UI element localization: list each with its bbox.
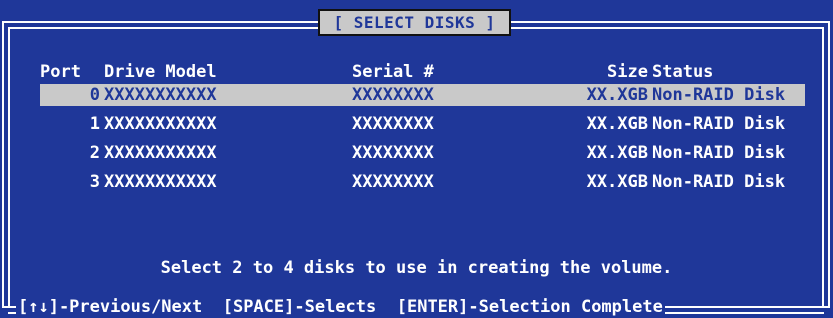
dialog-title: [ SELECT DISKS ] bbox=[318, 9, 511, 36]
disk-status: Non-RAID Disk bbox=[652, 85, 786, 105]
disk-model: XXXXXXXXXXX bbox=[104, 85, 217, 105]
disk-status: Non-RAID Disk bbox=[652, 143, 786, 163]
column-header-serial: Serial # bbox=[352, 62, 434, 82]
disk-serial: XXXXXXXX bbox=[352, 85, 434, 105]
disk-serial: XXXXXXXX bbox=[352, 114, 434, 134]
disk-model: XXXXXXXXXXX bbox=[104, 143, 217, 163]
disk-size: XX.XGB bbox=[586, 114, 648, 134]
disk-port: 3 bbox=[89, 172, 100, 192]
select-disks-screen: [ SELECT DISKS ] Port Drive Model Serial… bbox=[0, 0, 833, 318]
disk-port: 2 bbox=[89, 143, 100, 163]
column-header-size: Size bbox=[607, 62, 648, 82]
hint-previous-next: [↑↓]-Previous/Next bbox=[18, 297, 203, 317]
key-help-bar: [↑↓]-Previous/Next [SPACE]-Selects [ENTE… bbox=[16, 296, 665, 318]
disk-row-2[interactable]: 2 XXXXXXXXXXX XXXXXXXX XX.XGB Non-RAID D… bbox=[0, 142, 833, 164]
disk-model: XXXXXXXXXXX bbox=[104, 114, 217, 134]
disk-row-1[interactable]: 1 XXXXXXXXXXX XXXXXXXX XX.XGB Non-RAID D… bbox=[0, 113, 833, 135]
table-header: Port Drive Model Serial # Size Status bbox=[0, 61, 833, 83]
hint-space-selects: [SPACE]-Selects bbox=[222, 297, 377, 317]
instruction-message: Select 2 to 4 disks to use in creating t… bbox=[160, 258, 673, 278]
disk-port: 1 bbox=[89, 114, 100, 134]
disk-serial: XXXXXXXX bbox=[352, 143, 434, 163]
disk-status: Non-RAID Disk bbox=[652, 172, 786, 192]
disk-port: 0 bbox=[89, 85, 100, 105]
disk-size: XX.XGB bbox=[586, 85, 648, 105]
hint-enter-complete: [ENTER]-Selection Complete bbox=[396, 297, 663, 317]
disk-status: Non-RAID Disk bbox=[652, 114, 786, 134]
column-header-port: Port bbox=[40, 62, 81, 82]
disk-row-3[interactable]: 3 XXXXXXXXXXX XXXXXXXX XX.XGB Non-RAID D… bbox=[0, 171, 833, 193]
column-header-model: Drive Model bbox=[104, 62, 217, 82]
disk-model: XXXXXXXXXXX bbox=[104, 172, 217, 192]
disk-serial: XXXXXXXX bbox=[352, 172, 434, 192]
column-header-status: Status bbox=[652, 62, 714, 82]
disk-row-0[interactable]: 0 XXXXXXXXXXX XXXXXXXX XX.XGB Non-RAID D… bbox=[0, 84, 833, 106]
disk-size: XX.XGB bbox=[586, 143, 648, 163]
disk-size: XX.XGB bbox=[586, 172, 648, 192]
